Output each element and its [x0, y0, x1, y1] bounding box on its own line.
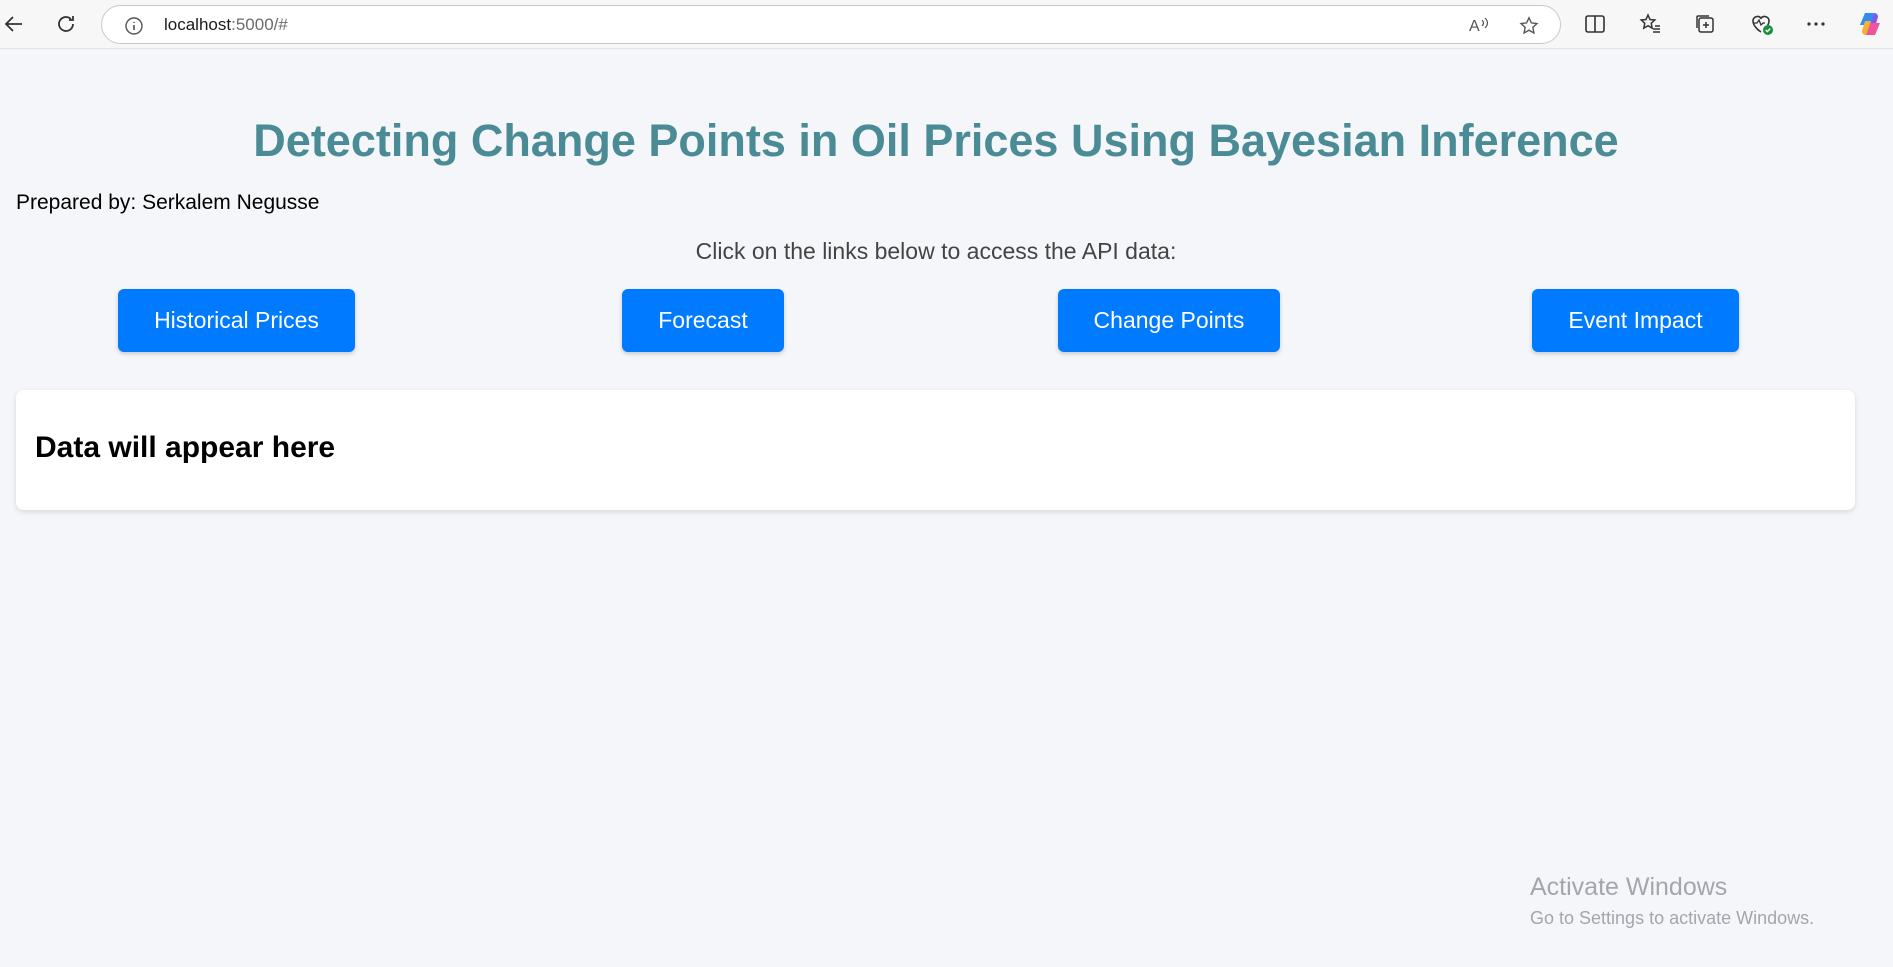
event-impact-button[interactable]: Event Impact: [1532, 289, 1739, 352]
copilot-icon[interactable]: [1856, 10, 1880, 35]
favorites-icon[interactable]: [1638, 12, 1662, 36]
browser-toolbar: localhost:5000/# A: [0, 0, 1893, 49]
url-text[interactable]: localhost:5000/#: [164, 15, 288, 35]
watermark-line-2: Go to Settings to activate Windows.: [1530, 908, 1815, 928]
output-placeholder: Data will appear here: [35, 431, 336, 464]
read-aloud-icon[interactable]: A: [1468, 15, 1490, 40]
scrollbar[interactable]: [1877, 49, 1893, 967]
page-content: Detecting Change Points in Oil Prices Us…: [0, 49, 1893, 967]
refresh-icon[interactable]: [52, 10, 80, 38]
data-output-panel: Data will appear here: [16, 390, 1855, 510]
change-points-button[interactable]: Change Points: [1058, 289, 1280, 352]
back-icon[interactable]: [0, 10, 28, 38]
split-screen-icon[interactable]: [1583, 12, 1607, 36]
browser-essentials-icon[interactable]: [1749, 12, 1773, 36]
collections-icon[interactable]: [1693, 12, 1717, 36]
url-path: :5000/#: [231, 15, 288, 34]
site-info-icon[interactable]: [124, 16, 144, 41]
address-bar[interactable]: localhost:5000/# A: [101, 5, 1561, 44]
instructions-text: Click on the links below to access the A…: [695, 238, 1177, 264]
more-icon[interactable]: [1804, 12, 1828, 36]
windows-activation-watermark: Activate Windows Go to Settings to activ…: [1530, 873, 1814, 929]
forecast-button[interactable]: Forecast: [622, 289, 784, 352]
historical-prices-button[interactable]: Historical Prices: [118, 289, 355, 352]
url-host: localhost: [164, 15, 232, 34]
page-title: Detecting Change Points in Oil Prices Us…: [253, 115, 1619, 166]
watermark-line-1: Activate Windows: [1530, 873, 1728, 901]
svg-text:A: A: [1469, 18, 1480, 35]
favorite-star-icon[interactable]: [1518, 15, 1540, 42]
author-line: Prepared by: Serkalem Negusse: [16, 191, 320, 214]
